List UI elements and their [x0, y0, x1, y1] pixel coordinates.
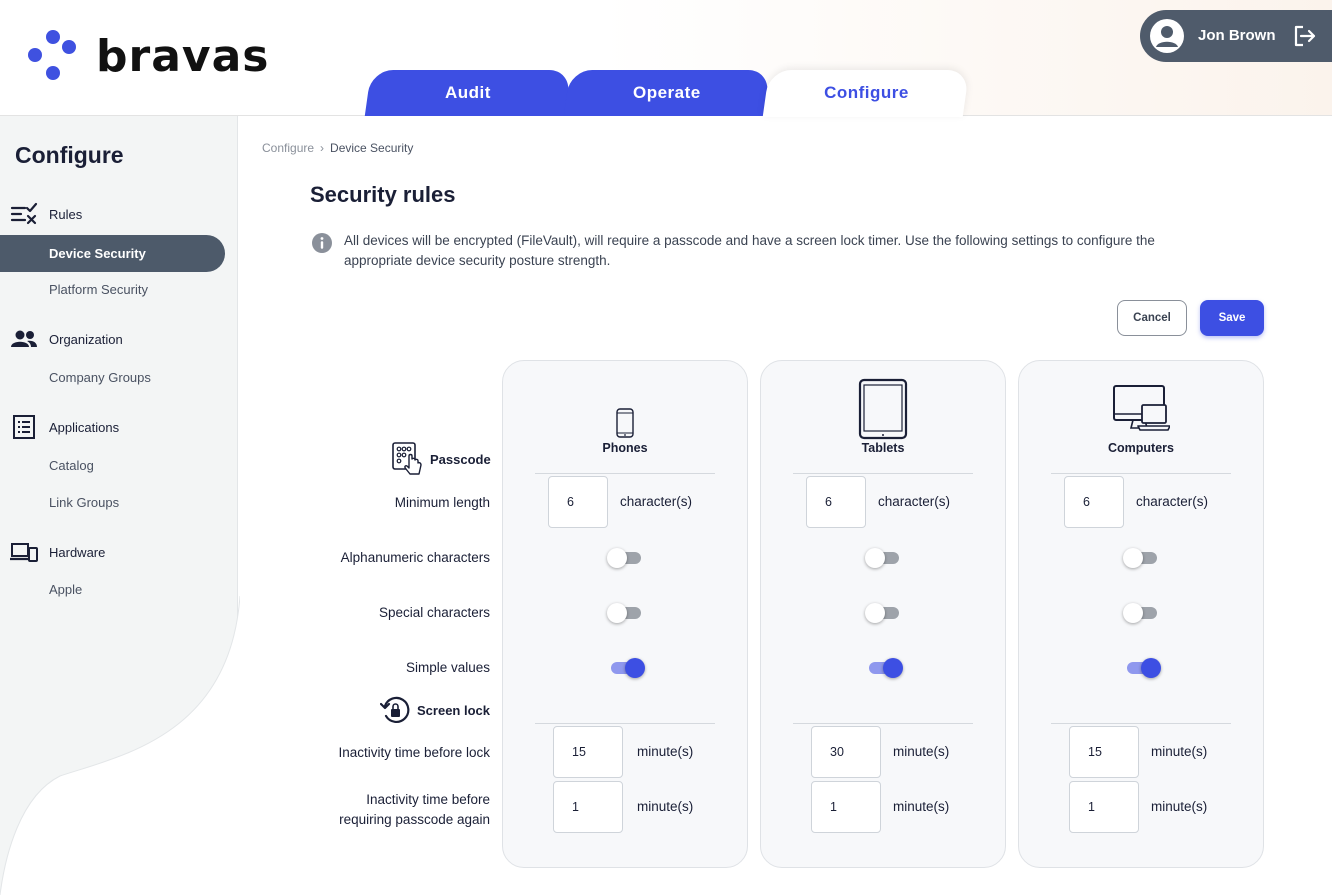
tab-configure[interactable]: Configure	[762, 70, 970, 117]
sidebar-item-link-groups[interactable]: Link Groups	[49, 495, 119, 510]
alphanumeric-toggle[interactable]	[865, 547, 903, 569]
sidebar-item-platform-security[interactable]: Platform Security	[49, 282, 148, 297]
alphanumeric-label: Alphanumeric characters	[340, 550, 490, 565]
passcode-section-label: Passcode	[430, 451, 491, 467]
sidebar-item-device-security[interactable]: Device Security	[0, 235, 225, 272]
info-icon	[312, 233, 332, 253]
card-divider	[535, 723, 715, 724]
breadcrumb-separator: ›	[320, 141, 325, 155]
computers-icon	[1113, 385, 1170, 431]
length-unit: character(s)	[1136, 494, 1209, 509]
passcode-section-header: Passcode	[392, 442, 491, 476]
card-divider	[1051, 723, 1231, 724]
alphanumeric-toggle[interactable]	[607, 547, 645, 569]
special-chars-toggle[interactable]	[865, 602, 903, 624]
inactivity-passcode-input[interactable]: 1	[553, 781, 623, 833]
sidebar-group-label: Applications	[49, 419, 120, 435]
card-divider	[793, 723, 973, 724]
inactivity-passcode-label: Inactivity time before requiring passcod…	[339, 792, 490, 827]
tab-configure-label: Configure	[823, 83, 909, 102]
time-unit: minute(s)	[1151, 799, 1208, 814]
inactivity-passcode-input[interactable]: 1	[811, 781, 881, 833]
device-card-tablets: Tablets 6 character(s) 30 minute(s) 1 mi…	[760, 360, 1006, 868]
rules-icon	[10, 202, 38, 225]
info-text: All devices will be encrypted (FileVault…	[344, 233, 1155, 268]
sidebar-item-catalog[interactable]: Catalog	[49, 458, 94, 473]
inactivity-lock-input[interactable]: 15	[553, 726, 623, 778]
card-divider	[535, 473, 715, 474]
tab-audit[interactable]: Audit	[364, 70, 572, 116]
logo-dots-icon	[28, 30, 84, 86]
screen-lock-section-header: Screen lock	[380, 696, 490, 724]
user-name: Jon Brown	[1198, 27, 1276, 44]
device-name: Tablets	[861, 441, 905, 455]
special-chars-toggle[interactable]	[1123, 602, 1161, 624]
min-length-input[interactable]: 6	[1064, 476, 1124, 528]
time-unit: minute(s)	[893, 799, 950, 814]
special-chars-label: Special characters	[378, 605, 490, 620]
device-card-phones: Phones 6 character(s) 15 minute(s) 1 min…	[502, 360, 748, 868]
min-length-label: Minimum length	[394, 495, 490, 510]
device-name: Computers	[1108, 441, 1174, 455]
simple-values-label: Simple values	[405, 660, 490, 675]
sidebar-group-rules[interactable]: Rules	[10, 200, 82, 228]
breadcrumb-root[interactable]: Configure	[262, 141, 314, 155]
tab-operate[interactable]: Operate	[563, 70, 771, 116]
app-header: bravas Audit Operate Configure Jon Brown	[0, 0, 1332, 117]
sidebar-item-apple[interactable]: Apple	[49, 582, 82, 597]
breadcrumb: Configure › Device Security	[262, 141, 413, 155]
time-unit: minute(s)	[893, 744, 950, 759]
avatar-icon	[1150, 19, 1184, 53]
special-chars-toggle[interactable]	[607, 602, 645, 624]
alphanumeric-toggle[interactable]	[1123, 547, 1161, 569]
length-unit: character(s)	[620, 494, 693, 509]
sidebar-group-hardware[interactable]: Hardware	[10, 538, 105, 566]
tablet-icon	[858, 378, 908, 440]
device-name: Phones	[602, 441, 648, 455]
brand-name: bravas	[96, 31, 270, 82]
time-unit: minute(s)	[637, 744, 694, 759]
sidebar: Configure Rules Device Security Platform…	[0, 116, 238, 895]
min-length-input[interactable]: 6	[806, 476, 866, 528]
sidebar-group-organization[interactable]: Organization	[10, 325, 123, 353]
phone-icon	[616, 408, 634, 438]
devices-icon	[10, 543, 38, 562]
list-icon	[13, 415, 35, 439]
sidebar-group-applications[interactable]: Applications	[10, 413, 119, 441]
length-unit: character(s)	[878, 494, 951, 509]
simple-values-toggle[interactable]	[865, 657, 903, 679]
tab-audit-label: Audit	[445, 83, 491, 102]
sidebar-item-company-groups[interactable]: Company Groups	[49, 370, 151, 385]
sidebar-group-label: Rules	[49, 206, 83, 222]
save-button[interactable]: Save	[1200, 300, 1264, 336]
card-divider	[1051, 473, 1231, 474]
inactivity-lock-label: Inactivity time before lock	[338, 745, 490, 760]
screen-lock-section-label: Screen lock	[417, 702, 490, 718]
cancel-button[interactable]: Cancel	[1117, 300, 1187, 336]
logout-icon[interactable]	[1292, 23, 1318, 49]
page-title: Security rules	[310, 182, 456, 207]
keypad-icon	[392, 442, 422, 475]
inactivity-lock-input[interactable]: 15	[1069, 726, 1139, 778]
min-length-input[interactable]: 6	[548, 476, 608, 528]
inactivity-passcode-input[interactable]: 1	[1069, 781, 1139, 833]
brand-logo[interactable]: bravas	[28, 30, 268, 86]
tab-operate-label: Operate	[633, 83, 701, 102]
simple-values-toggle[interactable]	[1123, 657, 1161, 679]
time-unit: minute(s)	[1151, 744, 1208, 759]
sidebar-group-label: Organization	[49, 331, 123, 347]
sidebar-group-label: Hardware	[49, 544, 106, 560]
people-icon	[11, 330, 37, 347]
screen-lock-icon	[380, 696, 410, 723]
sidebar-title: Configure	[15, 142, 124, 168]
device-card-computers: Computers 6 character(s) 15 minute(s) 1 …	[1018, 360, 1264, 868]
inactivity-lock-input[interactable]: 30	[811, 726, 881, 778]
time-unit: minute(s)	[637, 799, 694, 814]
breadcrumb-current: Device Security	[330, 141, 414, 155]
card-divider	[793, 473, 973, 474]
simple-values-toggle[interactable]	[607, 657, 645, 679]
user-menu[interactable]: Jon Brown	[1140, 10, 1332, 62]
